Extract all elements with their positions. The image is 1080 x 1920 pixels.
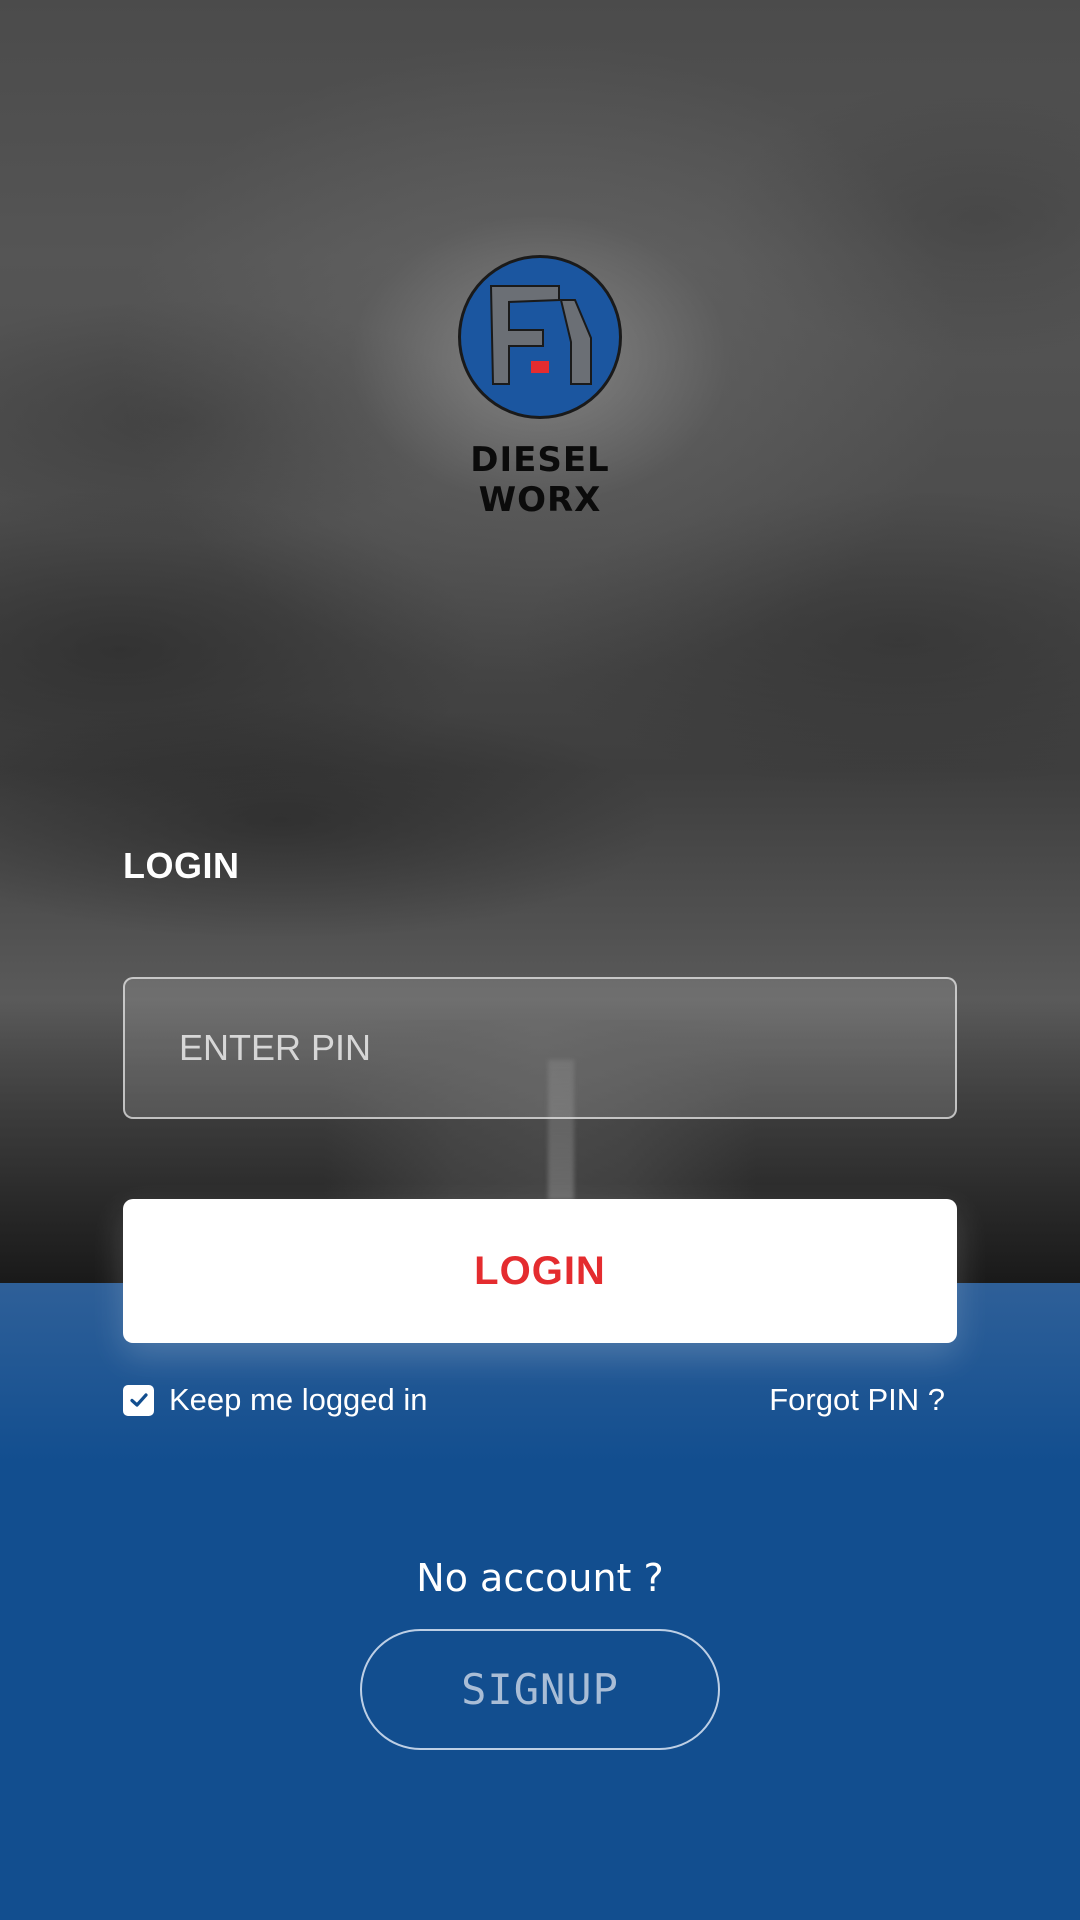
signup-button[interactable]: SIGNUP bbox=[360, 1629, 720, 1750]
keep-logged-in-label: Keep me logged in bbox=[169, 1382, 428, 1417]
fd-logo-icon bbox=[458, 255, 622, 419]
keep-logged-in-checkbox[interactable] bbox=[123, 1384, 154, 1416]
brand-name: DIESEL WORX bbox=[470, 440, 610, 520]
checkmark-icon bbox=[129, 1393, 148, 1407]
login-button[interactable]: LOGIN bbox=[123, 1199, 957, 1343]
pin-input[interactable] bbox=[123, 977, 957, 1119]
login-screen: DIESEL WORX LOGIN LOGIN Keep me logged i… bbox=[0, 0, 1080, 1920]
login-heading: LOGIN bbox=[123, 845, 240, 886]
no-account-text: No account ? bbox=[416, 1556, 664, 1600]
keep-logged-in-row[interactable]: Keep me logged in bbox=[123, 1380, 428, 1420]
brand-logo: DIESEL WORX bbox=[420, 250, 660, 520]
forgot-pin-link[interactable]: Forgot PIN ? bbox=[769, 1380, 945, 1420]
